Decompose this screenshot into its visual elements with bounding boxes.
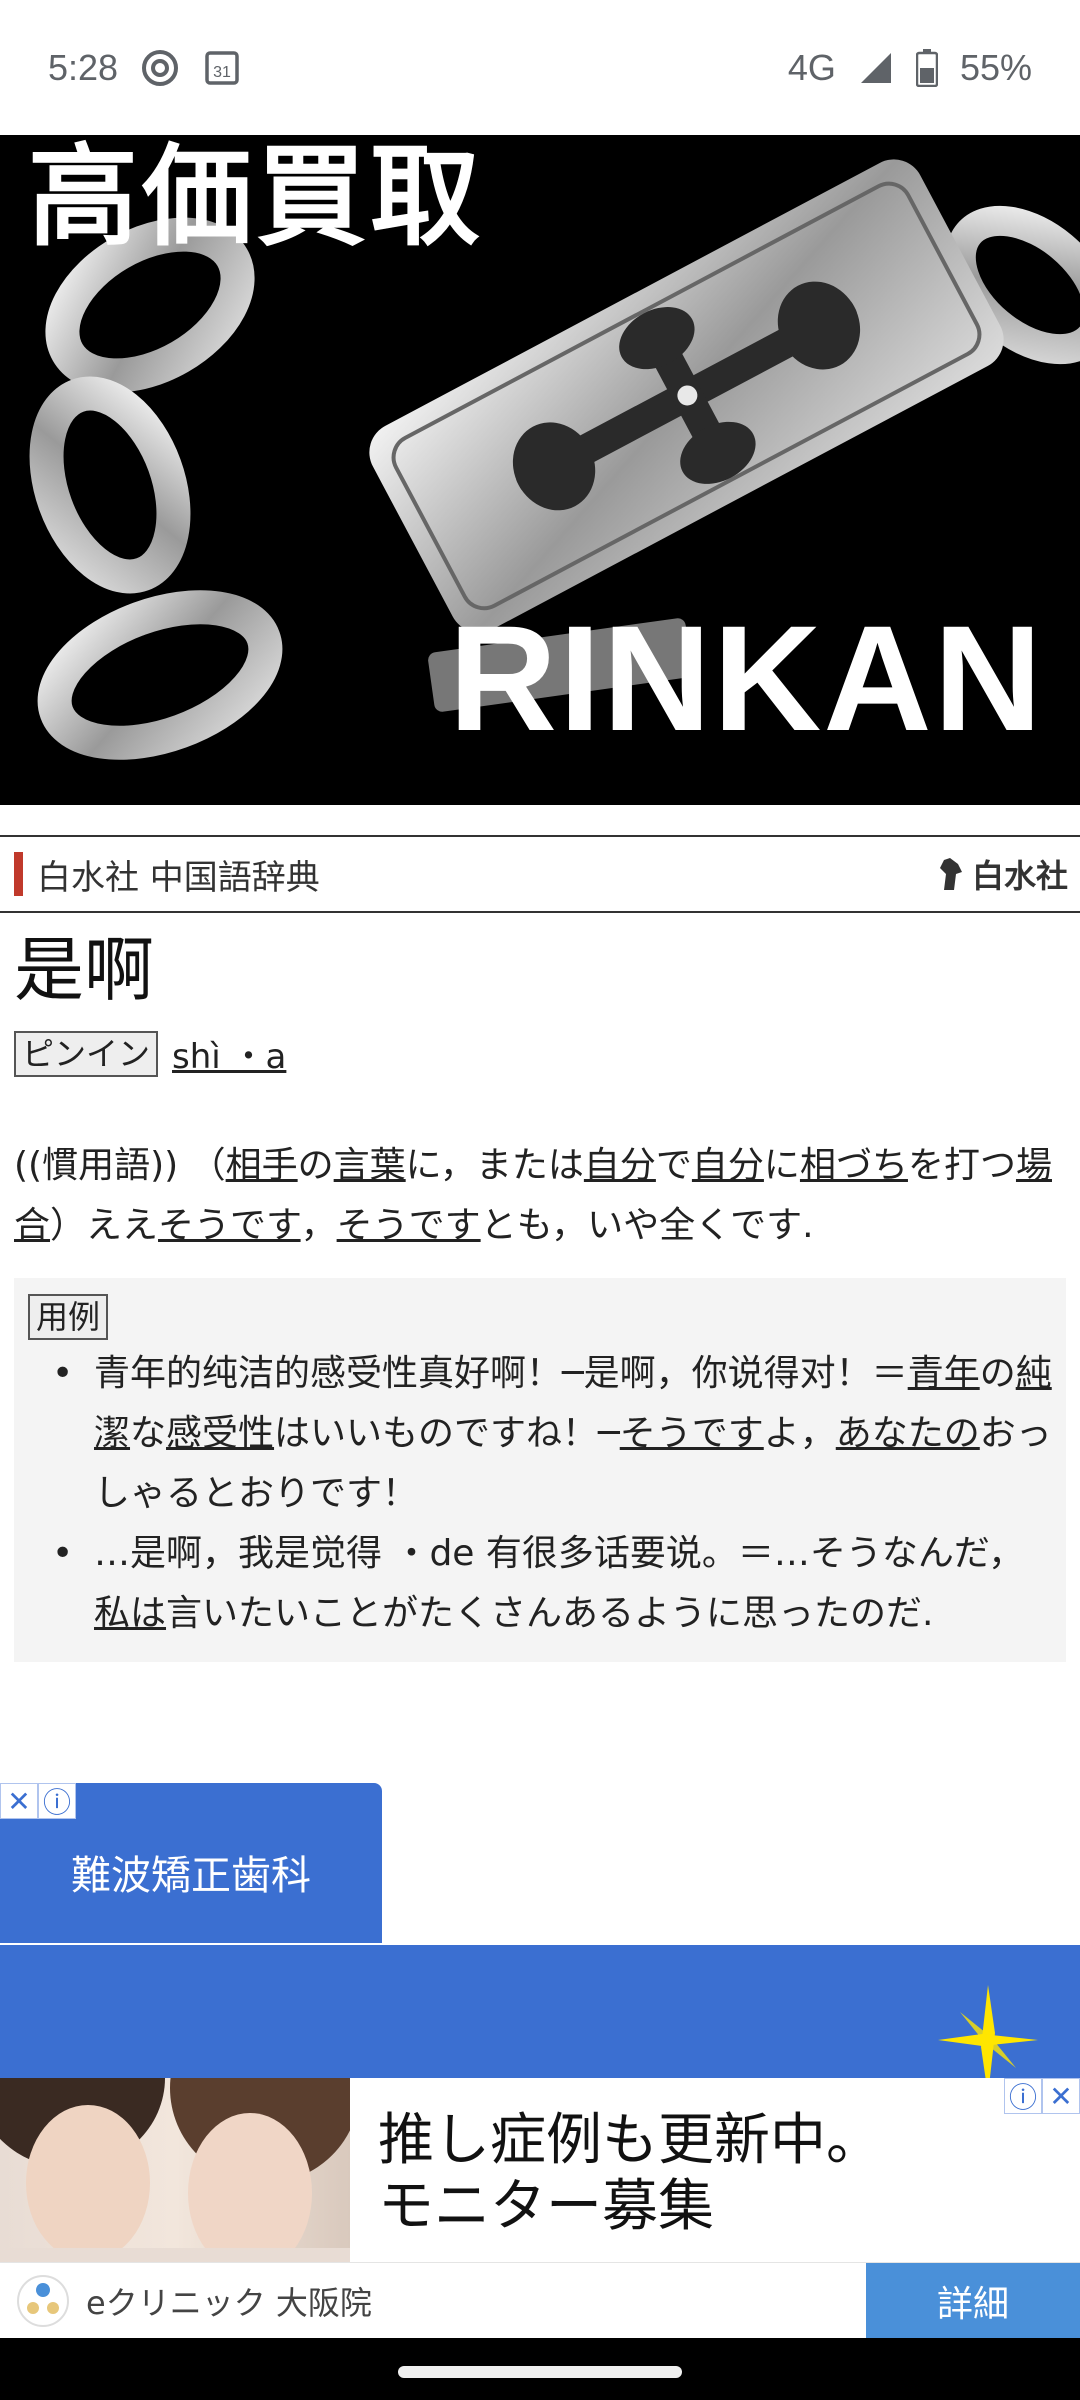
- pinyin-row: ピンイン shì ・a: [14, 1029, 1066, 1078]
- def-text-8: ，: [300, 1205, 337, 1246]
- ex2-link-watashiwa[interactable]: 私は: [94, 1593, 166, 1634]
- headword: 是啊: [14, 929, 154, 1011]
- def-link-jibun-1[interactable]: 自分: [584, 1145, 656, 1186]
- ad-tab-label: 難波矯正歯科: [71, 1853, 311, 1899]
- ad-headline-line2: モニター募集: [378, 2174, 714, 2239]
- ad-info-icon[interactable]: ⓘ: [38, 1783, 76, 1819]
- ad-headline: 推し症例も更新中。 モニター募集: [378, 2108, 882, 2240]
- home-gesture-handle[interactable]: [398, 2366, 682, 2378]
- ad-headline-line1: 推し症例も更新中。: [378, 2108, 882, 2173]
- def-link-jibun-2[interactable]: 自分: [692, 1145, 764, 1186]
- def-link-aizuchi[interactable]: 相づち: [800, 1145, 908, 1186]
- examples-list: 青年的纯洁的感受性真好啊！─是啊，你说得对！＝青年の純潔な感受性はいいものですね…: [28, 1344, 1052, 1644]
- ex1-text-4: はいいものですね！─: [274, 1413, 620, 1454]
- ex1-text-2: の: [979, 1353, 1016, 1394]
- signal-icon: [858, 50, 894, 86]
- ex1-link-anatano[interactable]: あなたの: [836, 1413, 980, 1454]
- calendar-icon: 31: [202, 48, 242, 88]
- publisher-name: 白水社: [971, 857, 1068, 895]
- ad-photo: [0, 2078, 350, 2262]
- battery-icon: [915, 48, 938, 87]
- horse-logo-icon: [939, 858, 962, 890]
- ad-blue-strip[interactable]: [0, 1945, 1080, 2095]
- clock: 5:28: [48, 46, 119, 88]
- network-type: 4G: [787, 46, 836, 88]
- def-link-kotoba[interactable]: 言葉: [334, 1145, 406, 1186]
- ad-advertiser[interactable]: eクリニック 大阪院: [0, 2274, 866, 2328]
- def-text-1: ((慣用語)) （: [14, 1145, 226, 1186]
- accent-bar: [14, 852, 23, 896]
- bottom-ad-creative[interactable]: ⓘ ✕ 推し症例も更新中。 モニター募集: [0, 2078, 1080, 2262]
- calendar-day: 31: [213, 64, 231, 81]
- publisher-logo[interactable]: 白水社: [936, 851, 1068, 897]
- ad-close-icon[interactable]: ✕: [0, 1783, 38, 1819]
- pinyin-tag: ピンイン: [14, 1030, 159, 1077]
- status-bar: 5:28 31 4G 55%: [0, 0, 1080, 135]
- def-link-aite[interactable]: 相手: [226, 1145, 298, 1186]
- banner-brand: RINKAN: [448, 594, 1044, 762]
- example-item: …是啊，我是觉得 ・de 有很多话要说。＝…そうなんだ， 私は言いたいことがたくさ…: [28, 1524, 1052, 1644]
- def-text-4: で: [655, 1145, 692, 1186]
- def-link-soudesu-2[interactable]: そうです: [337, 1205, 481, 1246]
- examples-tag: 用例: [28, 1294, 109, 1340]
- dictionary-entry: 是啊 ピンイン shì ・a ((慣用語)) （相手の言葉に，または自分で自分に…: [14, 925, 1066, 1662]
- ex1-link-kanjusei[interactable]: 感受性: [166, 1413, 274, 1454]
- dictionary-header: 白水社 中国語辞典 白水社: [0, 835, 1080, 913]
- ex1-text-5: よ，: [763, 1413, 836, 1454]
- ex2-text-1: …是啊，我是觉得 ・de 有很多话要说。＝…そうなんだ，: [94, 1533, 1025, 1574]
- bottom-ad-tab[interactable]: ✕ ⓘ 難波矯正歯科: [0, 1783, 382, 1943]
- ex1-link-seinen[interactable]: 青年: [908, 1353, 980, 1394]
- ad-detail-button[interactable]: 詳細: [866, 2262, 1080, 2339]
- ex2-text-2: 言いたいことがたくさんあるように思ったのだ.: [166, 1593, 934, 1634]
- sparkle-icon: [938, 1985, 1038, 2095]
- navigation-bar: [0, 2338, 1080, 2400]
- def-text-2: の: [297, 1145, 334, 1186]
- definition: ((慣用語)) （相手の言葉に，または自分で自分に相づちを打つ場合）ええそうです…: [14, 1136, 1066, 1256]
- advertiser-name: eクリニック 大阪院: [86, 2283, 372, 2322]
- def-text-5: に: [763, 1145, 800, 1186]
- example-item: 青年的纯洁的感受性真好啊！─是啊，你说得对！＝青年の純潔な感受性はいいものですね…: [28, 1344, 1052, 1524]
- ad-main-controls: ⓘ ✕: [1004, 2078, 1080, 2114]
- banner-jp-text: 高価買取: [28, 136, 484, 259]
- def-text-7: ）ええ: [50, 1205, 159, 1246]
- ad-footer: eクリニック 大阪院 詳細: [0, 2262, 1080, 2339]
- ad-main-close-icon[interactable]: ✕: [1042, 2078, 1080, 2114]
- examples-box: 用例 青年的纯洁的感受性真好啊！─是啊，你说得对！＝青年の純潔な感受性はいいもの…: [14, 1278, 1066, 1662]
- def-link-soudesu-1[interactable]: そうです: [158, 1205, 301, 1246]
- ex1-link-soudesu[interactable]: そうです: [620, 1413, 764, 1454]
- def-text-6: を打つ: [907, 1145, 1016, 1186]
- def-text-3: に，または: [405, 1145, 584, 1186]
- top-ad-banner[interactable]: 高価買取 RINKAN: [0, 135, 1080, 805]
- ad-controls: ✕ ⓘ: [0, 1783, 76, 1819]
- dictionary-source[interactable]: 白水社 中国語辞典: [37, 850, 320, 899]
- pinyin-link[interactable]: shì ・a: [172, 1029, 286, 1078]
- at-sign-icon: [140, 48, 180, 88]
- def-text-9: とも，いや全くです.: [480, 1205, 814, 1246]
- ex1-text-3: な: [130, 1413, 167, 1454]
- clinic-logo-icon: [17, 2274, 69, 2327]
- ad-main-info-icon[interactable]: ⓘ: [1004, 2078, 1042, 2114]
- ex1-text-1: 青年的纯洁的感受性真好啊！─是啊，你说得对！＝: [94, 1353, 908, 1394]
- battery-percent: 55%: [959, 46, 1032, 88]
